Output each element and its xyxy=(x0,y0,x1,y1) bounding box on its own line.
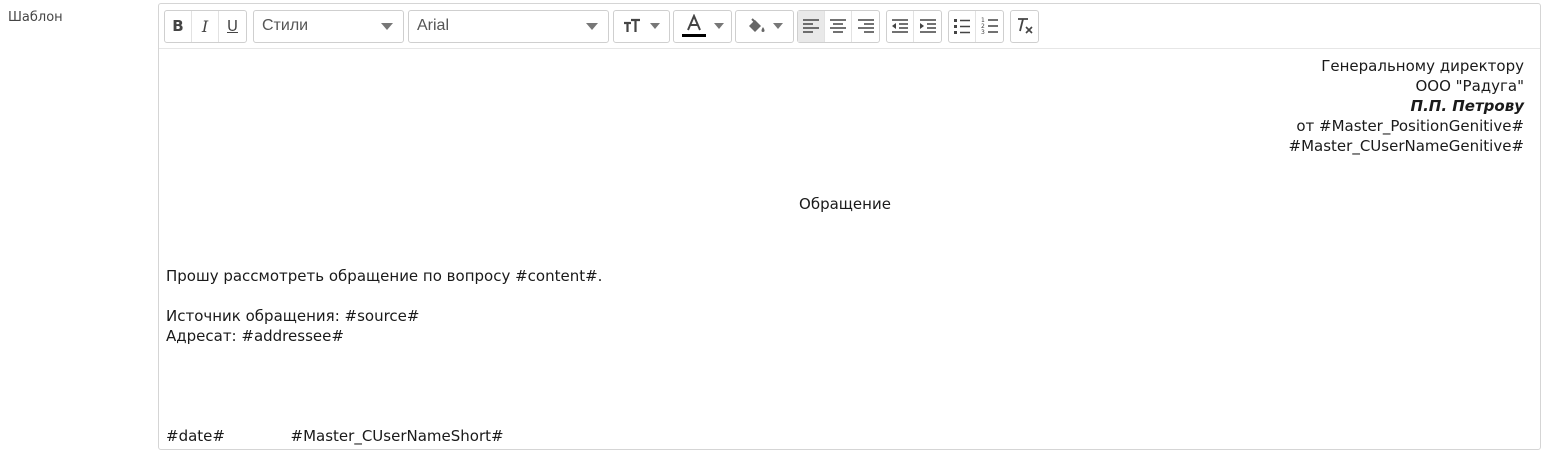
clear-format-group xyxy=(1010,9,1039,43)
editor-toolbar: B I U Стили Arial 1 2 3 xyxy=(159,4,1540,49)
font-size-icon xyxy=(624,18,640,32)
underline-icon: U xyxy=(227,17,238,35)
indent-icon xyxy=(919,19,936,33)
bold-button[interactable]: B xyxy=(165,10,192,42)
rich-text-editor: B I U Стили Arial 1 2 3 Генеральному дир… xyxy=(158,3,1541,450)
numbered-list-button[interactable]: 1 2 3 xyxy=(976,11,1003,42)
chevron-down-icon xyxy=(381,22,393,30)
outdent-button[interactable] xyxy=(887,10,914,42)
bulleted-list-button[interactable] xyxy=(949,10,976,42)
styles-value: Стили xyxy=(262,17,309,34)
footer-name: #Master_CUserNameShort# xyxy=(290,427,504,445)
addressee-line: #Master_CUserNameGenitive# xyxy=(1288,137,1524,155)
indent-group xyxy=(886,9,942,43)
chevron-down-icon xyxy=(586,22,598,30)
italic-icon: I xyxy=(201,16,209,36)
font-dropdown[interactable]: Arial xyxy=(408,9,609,43)
align-right-button[interactable] xyxy=(852,11,879,42)
svg-text:3: 3 xyxy=(981,29,985,35)
styles-dropdown[interactable]: Стили xyxy=(253,9,404,43)
font-value: Arial xyxy=(417,17,450,34)
numbered-list-icon: 1 2 3 xyxy=(981,17,998,35)
document-heading: Обращение xyxy=(799,195,891,213)
indent-button[interactable] xyxy=(914,11,941,42)
field-label: Шаблон xyxy=(8,10,63,25)
addressee-line: Генеральному директору xyxy=(1321,57,1524,75)
bulleted-list-icon xyxy=(954,19,970,34)
footer-line: #date# #Master_CUserNameShort# xyxy=(166,426,1524,446)
text-color-icon xyxy=(682,14,706,37)
source-line: Источник обращения: #source# xyxy=(166,307,420,325)
alignment-group xyxy=(797,9,880,43)
align-right-icon xyxy=(857,19,874,33)
addressee-line: ООО "Радуга" xyxy=(1415,77,1524,95)
align-left-icon xyxy=(803,19,819,33)
align-center-button[interactable] xyxy=(825,10,852,42)
text-color-dropdown[interactable] xyxy=(673,9,732,43)
align-center-icon xyxy=(830,19,846,33)
addressee-name: П.П. Петрову xyxy=(1410,97,1524,115)
addressee-block: Генеральному директору ООО "Радуга" П.П.… xyxy=(166,56,1524,156)
chevron-down-icon xyxy=(650,23,660,29)
clear-format-button[interactable] xyxy=(1011,11,1038,42)
footer-date: #date# xyxy=(166,427,225,445)
bold-icon: B xyxy=(172,17,184,35)
editor-content[interactable]: Генеральному директору ООО "Радуга" П.П.… xyxy=(166,56,1524,445)
body-text: Прошу рассмотреть обращение по вопросу #… xyxy=(166,267,603,285)
outdent-icon xyxy=(892,19,908,33)
underline-button[interactable]: U xyxy=(219,11,246,42)
chevron-down-icon xyxy=(714,23,724,29)
align-left-button[interactable] xyxy=(798,10,825,42)
background-color-icon xyxy=(749,18,765,32)
font-size-dropdown[interactable] xyxy=(613,9,670,43)
addressee-line: Адресат: #addressee# xyxy=(166,327,344,345)
chevron-down-icon xyxy=(773,23,783,29)
clear-format-icon xyxy=(1017,18,1033,34)
italic-button[interactable]: I xyxy=(192,10,219,42)
addressee-line: от #Master_PositionGenitive# xyxy=(1296,117,1524,135)
list-group: 1 2 3 xyxy=(948,9,1004,43)
text-style-group: B I U xyxy=(164,9,247,43)
background-color-dropdown[interactable] xyxy=(735,9,794,43)
